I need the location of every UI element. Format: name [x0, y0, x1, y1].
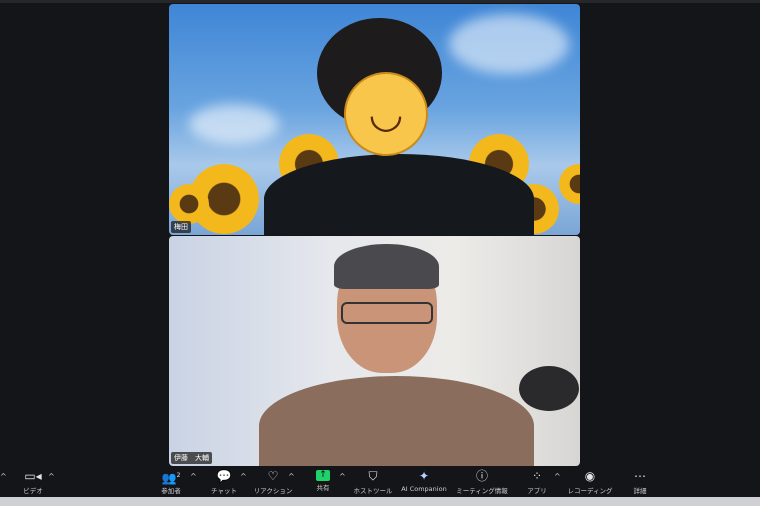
- heart-icon: ♡: [267, 469, 279, 483]
- more-button[interactable]: ⋯ 詳細: [610, 468, 670, 495]
- video-tile-participant-2[interactable]: 伊藤 大輔: [169, 236, 580, 466]
- sparkle-icon: ✦: [418, 469, 430, 483]
- glasses: [341, 302, 433, 324]
- bottom-edge: [0, 497, 760, 506]
- share-arrow-icon: ↑: [316, 470, 330, 481]
- participants-icon: 👥2: [161, 471, 181, 485]
- apps-icon: ⁘: [531, 469, 543, 483]
- sunflower: [559, 164, 580, 204]
- sunflower: [169, 184, 209, 224]
- ai-companion-button[interactable]: ✦ AI Companion: [394, 468, 454, 493]
- video-options-caret[interactable]: ^: [48, 472, 55, 481]
- microphone: [519, 366, 579, 411]
- video-camera-icon: ▭◂: [24, 469, 42, 483]
- participant-name-label: 梅田: [171, 221, 191, 233]
- meeting-toolbar: ^ ▭◂ ビデオ ^ 👥2 参加者 ^ 💬 チャット ^ ♡ リアクション ^ ↑ 共有 …: [0, 466, 760, 497]
- chat-icon: 💬: [216, 469, 232, 483]
- more-dots-icon: ⋯: [634, 469, 646, 483]
- participant-name-label: 伊藤 大輔: [171, 452, 212, 464]
- shield-icon: ⛉: [368, 469, 378, 483]
- person-body: [259, 376, 534, 466]
- person-body: [264, 154, 534, 235]
- window-top-edge: [0, 0, 760, 3]
- cloud: [189, 104, 279, 144]
- video-tile-participant-1[interactable]: ◡ 梅田: [169, 4, 580, 235]
- person-hair: [334, 244, 439, 289]
- cloud: [449, 14, 569, 74]
- emoji-face-cover: ◡: [344, 72, 428, 156]
- record-icon: ◉: [584, 469, 596, 483]
- meeting-info-button[interactable]: ⓘ ミーティング情報: [452, 468, 512, 495]
- info-icon: ⓘ: [475, 469, 488, 483]
